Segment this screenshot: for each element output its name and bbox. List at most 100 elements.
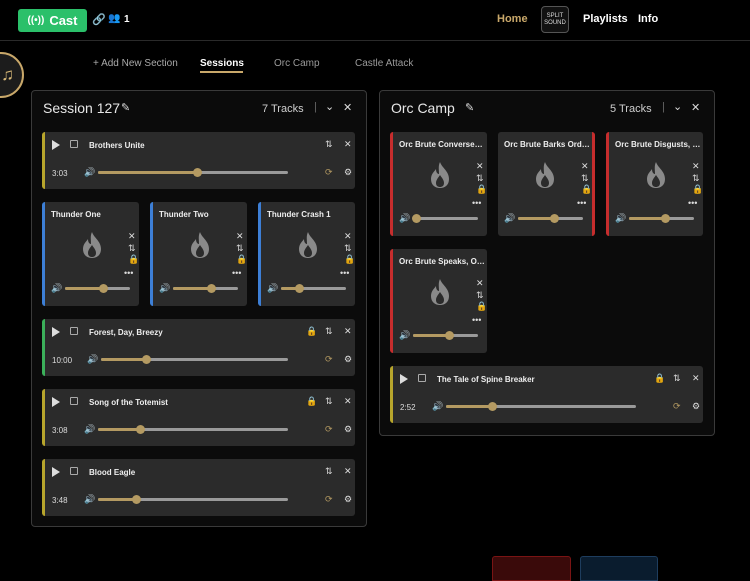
volume-icon[interactable]: 🔊 bbox=[51, 283, 62, 294]
close-icon[interactable]: ✕ bbox=[344, 397, 352, 406]
lock-icon[interactable]: 🔒 bbox=[128, 255, 139, 264]
sort-icon[interactable]: ⇅ bbox=[325, 327, 333, 336]
volume-icon[interactable]: 🔊 bbox=[84, 167, 95, 178]
sort-icon[interactable]: ⇅ bbox=[325, 397, 333, 406]
volume-knob[interactable] bbox=[99, 284, 108, 293]
bottom-blue-button[interactable] bbox=[580, 556, 658, 581]
volume-knob[interactable] bbox=[550, 214, 559, 223]
tab-orc-camp[interactable]: Orc Camp bbox=[274, 58, 320, 69]
select-checkbox[interactable] bbox=[418, 374, 426, 382]
volume-icon[interactable]: 🔊 bbox=[159, 283, 170, 294]
link-icon[interactable]: 🔗 bbox=[92, 13, 106, 26]
volume-icon[interactable]: 🔊 bbox=[615, 213, 626, 224]
volume-icon[interactable]: 🔊 bbox=[399, 330, 410, 341]
volume-slider[interactable] bbox=[413, 331, 478, 340]
volume-slider[interactable] bbox=[98, 495, 288, 504]
add-section-button[interactable]: + Add New Section bbox=[93, 58, 178, 69]
more-options-icon[interactable]: ••• bbox=[124, 269, 133, 278]
close-icon[interactable]: ✕ bbox=[581, 162, 589, 171]
play-icon[interactable] bbox=[52, 467, 60, 477]
lock-icon[interactable]: 🔒 bbox=[476, 185, 487, 194]
volume-knob[interactable] bbox=[193, 168, 202, 177]
settings-gear-icon[interactable]: ⚙ bbox=[344, 168, 352, 177]
volume-slider[interactable] bbox=[629, 214, 694, 223]
bottom-red-button[interactable] bbox=[492, 556, 571, 581]
app-logo[interactable]: SPLIT SOUND bbox=[541, 6, 569, 33]
settings-gear-icon[interactable]: ⚙ bbox=[344, 495, 352, 504]
volume-knob[interactable] bbox=[445, 331, 454, 340]
volume-icon[interactable]: 🔊 bbox=[84, 424, 95, 435]
play-icon[interactable] bbox=[52, 397, 60, 407]
lock-icon[interactable]: 🔒 bbox=[692, 185, 703, 194]
close-icon[interactable]: ✕ bbox=[128, 232, 136, 241]
close-icon[interactable]: ✕ bbox=[344, 232, 352, 241]
sort-icon[interactable]: ⇅ bbox=[476, 174, 484, 183]
select-checkbox[interactable] bbox=[70, 397, 78, 405]
close-icon[interactable]: ✕ bbox=[476, 279, 484, 288]
close-icon[interactable]: ✕ bbox=[344, 467, 352, 476]
volume-slider[interactable] bbox=[98, 168, 288, 177]
sort-icon[interactable]: ⇅ bbox=[581, 174, 589, 183]
lock-icon[interactable]: 🔒 bbox=[476, 302, 487, 311]
volume-knob[interactable] bbox=[488, 402, 497, 411]
more-options-icon[interactable]: ••• bbox=[577, 199, 586, 208]
repeat-icon[interactable]: ⟳ bbox=[325, 168, 333, 177]
close-icon[interactable]: ✕ bbox=[692, 374, 700, 383]
select-checkbox[interactable] bbox=[70, 140, 78, 148]
volume-knob[interactable] bbox=[142, 355, 151, 364]
play-icon[interactable] bbox=[52, 140, 60, 150]
nav-home[interactable]: Home bbox=[497, 13, 528, 25]
repeat-icon[interactable]: ⟳ bbox=[673, 402, 681, 411]
repeat-icon[interactable]: ⟳ bbox=[325, 425, 333, 434]
repeat-icon[interactable]: ⟳ bbox=[325, 355, 333, 364]
volume-icon[interactable]: 🔊 bbox=[87, 354, 98, 365]
select-checkbox[interactable] bbox=[70, 327, 78, 335]
close-icon[interactable]: ✕ bbox=[236, 232, 244, 241]
settings-gear-icon[interactable]: ⚙ bbox=[344, 425, 352, 434]
volume-knob[interactable] bbox=[295, 284, 304, 293]
volume-knob[interactable] bbox=[132, 495, 141, 504]
volume-slider[interactable] bbox=[173, 284, 238, 293]
volume-icon[interactable]: 🔊 bbox=[432, 401, 443, 412]
lock-icon[interactable]: 🔒 bbox=[581, 185, 592, 194]
sort-icon[interactable]: ⇅ bbox=[344, 244, 352, 253]
tab-sessions[interactable]: Sessions bbox=[200, 58, 244, 69]
lock-icon[interactable]: 🔒 bbox=[306, 397, 317, 406]
more-options-icon[interactable]: ••• bbox=[340, 269, 349, 278]
sort-icon[interactable]: ⇅ bbox=[325, 140, 333, 149]
chevron-down-icon[interactable]: ⌄ bbox=[325, 100, 334, 113]
volume-slider[interactable] bbox=[98, 425, 288, 434]
sort-icon[interactable]: ⇅ bbox=[128, 244, 136, 253]
volume-knob[interactable] bbox=[136, 425, 145, 434]
music-note-icon[interactable]: ♫ bbox=[0, 52, 24, 98]
play-icon[interactable] bbox=[400, 374, 408, 384]
sort-icon[interactable]: ⇅ bbox=[692, 174, 700, 183]
cast-button[interactable]: ((•)) Cast bbox=[18, 9, 87, 32]
more-options-icon[interactable]: ••• bbox=[688, 199, 697, 208]
close-icon[interactable]: ✕ bbox=[691, 101, 700, 114]
nav-info[interactable]: Info bbox=[638, 13, 658, 25]
sort-icon[interactable]: ⇅ bbox=[673, 374, 681, 383]
volume-icon[interactable]: 🔊 bbox=[399, 213, 410, 224]
volume-slider[interactable] bbox=[446, 402, 636, 411]
volume-icon[interactable]: 🔊 bbox=[84, 494, 95, 505]
repeat-icon[interactable]: ⟳ bbox=[325, 495, 333, 504]
edit-icon[interactable]: ✎ bbox=[465, 101, 474, 114]
close-icon[interactable]: ✕ bbox=[476, 162, 484, 171]
sort-icon[interactable]: ⇅ bbox=[476, 291, 484, 300]
tab-castle-attack[interactable]: Castle Attack bbox=[355, 58, 413, 69]
play-icon[interactable] bbox=[52, 327, 60, 337]
volume-icon[interactable]: 🔊 bbox=[267, 283, 278, 294]
close-icon[interactable]: ✕ bbox=[343, 101, 352, 114]
lock-icon[interactable]: 🔒 bbox=[306, 327, 317, 336]
close-icon[interactable]: ✕ bbox=[344, 140, 352, 149]
close-icon[interactable]: ✕ bbox=[692, 162, 700, 171]
edit-icon[interactable]: ✎ bbox=[121, 101, 130, 114]
more-options-icon[interactable]: ••• bbox=[472, 316, 481, 325]
lock-icon[interactable]: 🔒 bbox=[236, 255, 247, 264]
sort-icon[interactable]: ⇅ bbox=[325, 467, 333, 476]
users-icon[interactable]: 👥 bbox=[108, 13, 120, 24]
volume-knob[interactable] bbox=[412, 214, 421, 223]
more-options-icon[interactable]: ••• bbox=[232, 269, 241, 278]
lock-icon[interactable]: 🔒 bbox=[654, 374, 665, 383]
